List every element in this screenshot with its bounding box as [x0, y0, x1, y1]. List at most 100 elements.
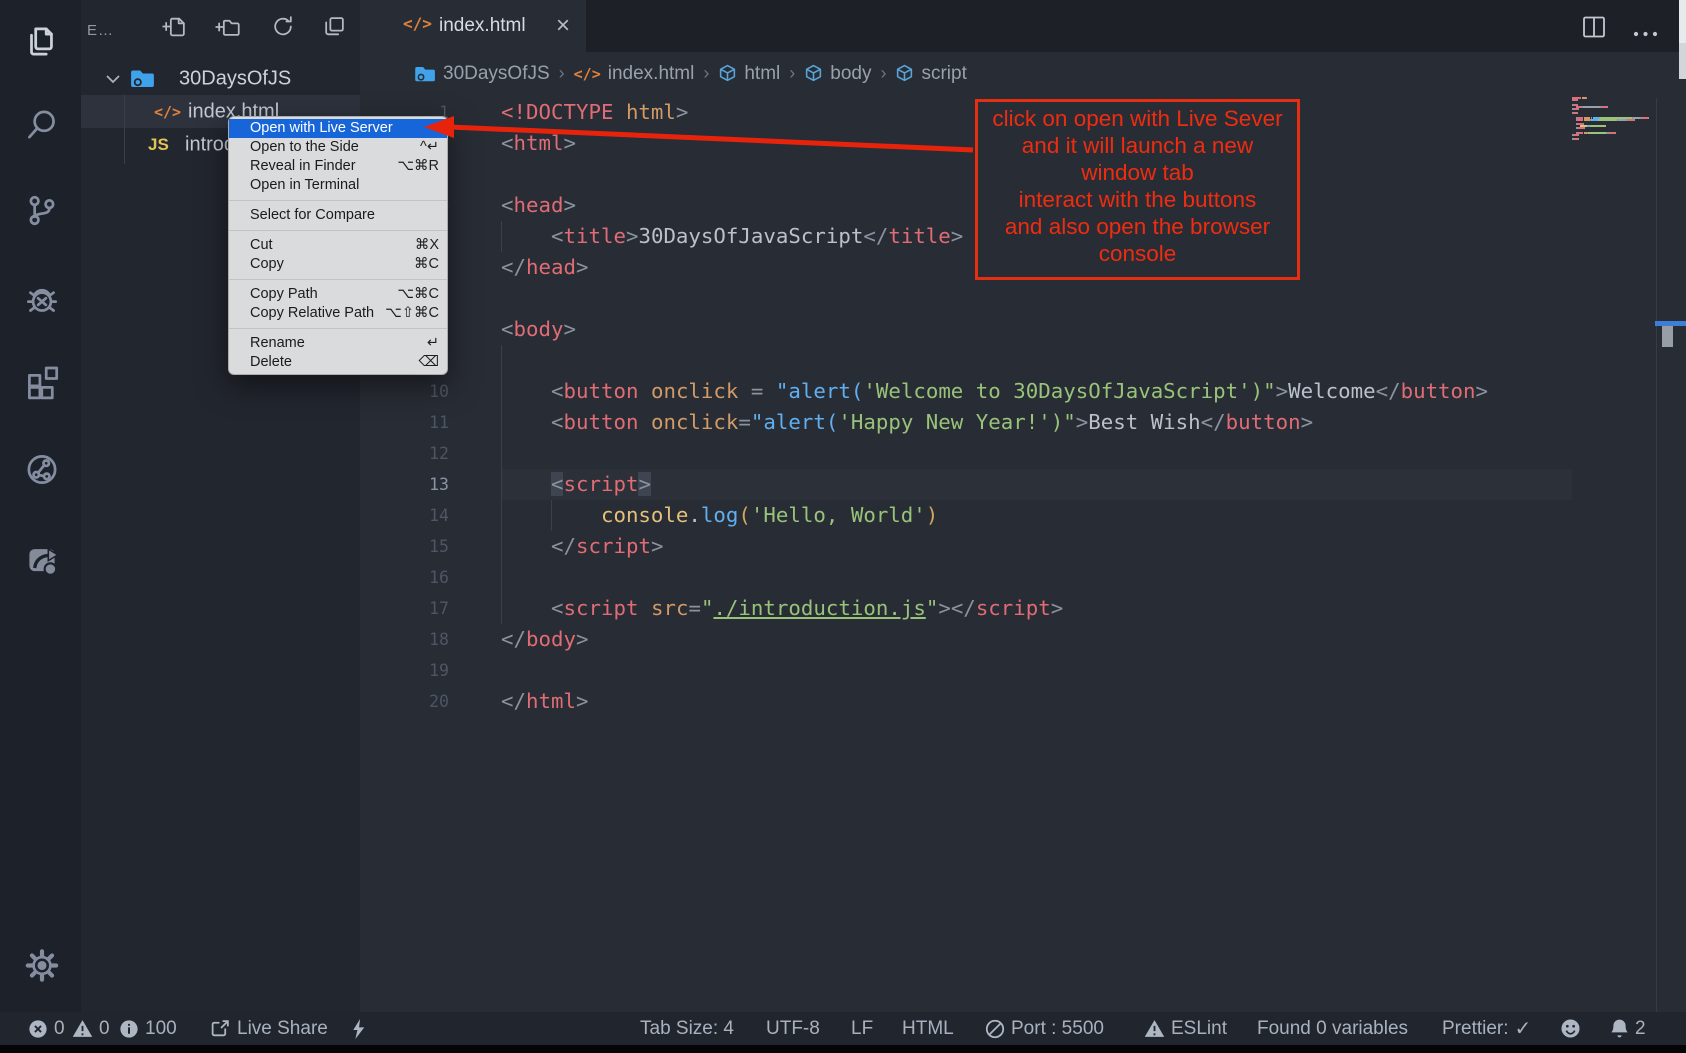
breadcrumb-item-30DaysOfJS[interactable]: 30DaysOfJS	[415, 63, 550, 85]
menu-item-open-with-live-server[interactable]: Open with Live Server	[229, 119, 447, 138]
code-line-20[interactable]: 20</html>	[360, 686, 1572, 717]
code-line-7[interactable]: 7	[360, 283, 1572, 314]
annotation-text-line: window tab	[978, 159, 1297, 186]
live-share-icon[interactable]	[21, 449, 63, 496]
code-text: <head>	[449, 190, 576, 221]
html-file-icon: </>	[154, 103, 181, 121]
refresh-icon[interactable]	[271, 14, 296, 44]
code-line-14[interactable]: 14 console.log('Hello, World')	[360, 500, 1572, 531]
menu-item-select-for-compare[interactable]: Select for Compare	[229, 206, 447, 225]
code-line-2[interactable]: 2<html>	[360, 128, 1572, 159]
code-text: <title>30DaysOfJavaScript</title>	[449, 221, 963, 252]
share-icon[interactable]	[21, 537, 63, 584]
code-line-19[interactable]: 19	[360, 655, 1572, 686]
status-error[interactable]: 0	[28, 1012, 65, 1045]
status-smiley[interactable]	[1560, 1012, 1581, 1045]
code-line-13[interactable]: 13 <script>	[360, 469, 1572, 500]
new-folder-icon[interactable]	[216, 14, 241, 44]
status-Prettier:[interactable]: Prettier:✓	[1442, 1012, 1531, 1045]
breadcrumb-separator: ›	[789, 63, 795, 84]
status-Tab Size: 4[interactable]: Tab Size: 4	[640, 1012, 734, 1045]
code-text	[449, 562, 501, 593]
line-number: 14	[360, 500, 449, 531]
tab-strip: </> index.html ×	[360, 0, 1686, 52]
folder-row-30daysofjs[interactable]: 30DaysOfJS	[81, 62, 360, 95]
menu-item-reveal-in-finder[interactable]: Reveal in Finder⌥⌘R	[229, 157, 447, 176]
menu-item-rename[interactable]: Rename↵	[229, 334, 447, 353]
menu-item-open-in-terminal[interactable]: Open in Terminal	[229, 176, 447, 195]
status-info[interactable]: 100	[119, 1012, 177, 1045]
more-actions-icon[interactable]	[1632, 25, 1660, 43]
code-line-12[interactable]: 12	[360, 438, 1572, 469]
menu-item-copy-relative-path[interactable]: Copy Relative Path⌥⇧⌘C	[229, 304, 447, 323]
code-line-4[interactable]: 4<head>	[360, 190, 1572, 221]
search-icon[interactable]	[21, 104, 63, 151]
annotation-text-line: click on open with Live Sever	[978, 105, 1297, 132]
code-text: <!DOCTYPE html>	[449, 97, 688, 128]
code-line-3[interactable]: 3	[360, 159, 1572, 190]
activity-bar	[0, 0, 81, 1012]
extensions-icon[interactable]	[21, 358, 63, 405]
collapse-editors-icon[interactable]	[322, 14, 347, 44]
split-editor-icon[interactable]	[1582, 16, 1606, 43]
code-line-1[interactable]: 1<!DOCTYPE html>	[360, 97, 1572, 128]
code-line-9[interactable]: 9	[360, 345, 1572, 376]
settings-gear-icon[interactable]	[21, 945, 63, 992]
code-line-10[interactable]: 10 <button onclick = "alert('Welcome to …	[360, 376, 1572, 407]
breadcrumb-item-script[interactable]: script	[895, 63, 966, 85]
new-file-icon[interactable]	[163, 14, 188, 44]
status-2[interactable]: 2	[1610, 1012, 1646, 1045]
menu-item-delete[interactable]: Delete⌫	[229, 353, 447, 372]
menu-item-copy-path[interactable]: Copy Path⌥⌘C	[229, 285, 447, 304]
breadcrumb-item-html[interactable]: html	[718, 63, 780, 85]
js-file-icon: JS	[148, 135, 169, 155]
code-line-6[interactable]: 6</head>	[360, 252, 1572, 283]
minimap-line	[1572, 99, 1578, 101]
status-LF[interactable]: LF	[851, 1012, 873, 1045]
line-number: 17	[360, 593, 449, 624]
menu-item-open-to-the-side[interactable]: Open to the Side^↵	[229, 138, 447, 157]
run-debug-icon[interactable]	[21, 279, 63, 326]
code-line-11[interactable]: 11 <button onclick="alert('Happy New Yea…	[360, 407, 1572, 438]
minimap-line	[1572, 108, 1579, 110]
breadcrumb-item-body[interactable]: body	[804, 63, 871, 85]
minimap-line	[1572, 134, 1579, 136]
explorer-title: E…	[87, 22, 114, 39]
code-line-16[interactable]: 16	[360, 562, 1572, 593]
status-live-share[interactable]: Live Share	[210, 1012, 328, 1045]
breadcrumb: 30DaysOfJS›</>index.html›html›body›scrip…	[360, 52, 1686, 95]
breadcrumb-item-index.html[interactable]: </>index.html	[574, 63, 695, 85]
menu-separator	[229, 328, 447, 329]
status-Port : 5500[interactable]: Port : 5500	[985, 1012, 1104, 1045]
code-line-18[interactable]: 18</body>	[360, 624, 1572, 655]
minimap-line	[1572, 112, 1578, 114]
menu-item-copy[interactable]: Copy⌘C	[229, 255, 447, 274]
explorer-icon[interactable]	[21, 21, 63, 68]
annotation-text-line: and also open the browser	[978, 213, 1297, 240]
code-line-15[interactable]: 15 </script>	[360, 531, 1572, 562]
code-editor[interactable]: 1<!DOCTYPE html>2<html>34<head>5 <title>…	[360, 97, 1572, 717]
code-text: </body>	[449, 624, 588, 655]
scrollbar-thumb[interactable]	[1662, 326, 1673, 347]
status-HTML[interactable]: HTML	[902, 1012, 954, 1045]
tab-close-icon[interactable]: ×	[556, 12, 570, 40]
menu-item-cut[interactable]: Cut⌘X	[229, 236, 447, 255]
code-line-8[interactable]: 8<body>	[360, 314, 1572, 345]
tab-index-html[interactable]: </> index.html ×	[360, 0, 586, 52]
status-UTF-8[interactable]: UTF-8	[766, 1012, 820, 1045]
source-control-icon[interactable]	[21, 190, 63, 237]
code-line-17[interactable]: 17 <script src="./introduction.js"></scr…	[360, 593, 1572, 624]
status-warning[interactable]: 0	[72, 1012, 110, 1045]
folder-label: 30DaysOfJS	[179, 67, 291, 90]
minimap-line	[1572, 127, 1585, 129]
line-number: 18	[360, 624, 449, 655]
menu-separator	[229, 230, 447, 231]
code-text: <script>	[449, 469, 651, 500]
status-Found 0 variables[interactable]: Found 0 variables	[1257, 1012, 1408, 1045]
minimap-line	[1572, 138, 1579, 140]
status-lightning[interactable]	[350, 1012, 367, 1045]
bottom-black-strip	[0, 1045, 1686, 1053]
status-ESLint[interactable]: ESLint	[1144, 1012, 1227, 1045]
line-number: 13	[360, 469, 449, 500]
code-line-5[interactable]: 5 <title>30DaysOfJavaScript</title>	[360, 221, 1572, 252]
